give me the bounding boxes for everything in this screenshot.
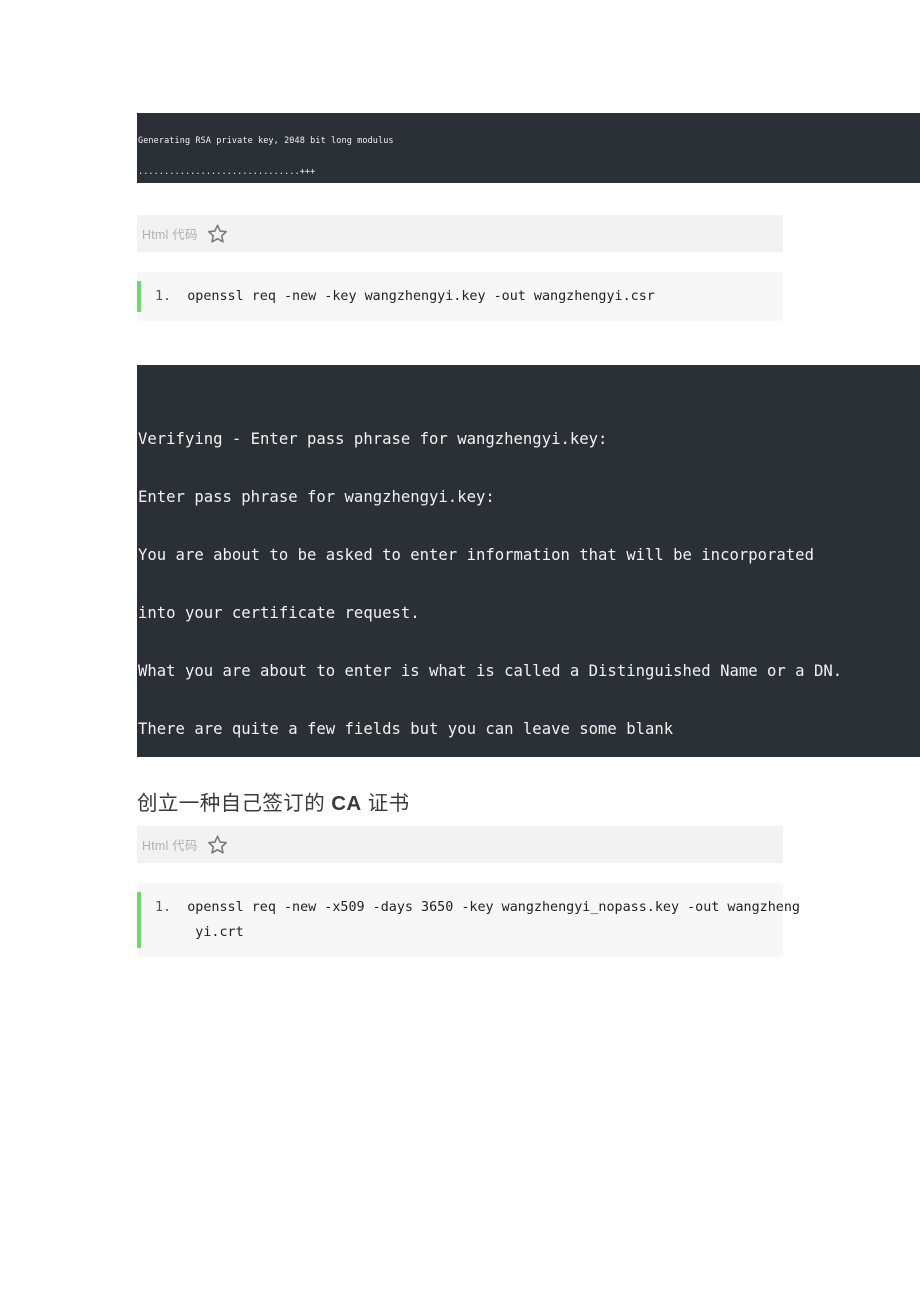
heading-prefix: 创立一种自己签订的 bbox=[137, 792, 332, 815]
code-line-text: openssl req -new -x509 -days 3650 -key w… bbox=[187, 900, 800, 915]
terminal-line: You are about to be asked to enter infor… bbox=[138, 545, 814, 564]
heading-emphasis: CA bbox=[331, 792, 362, 815]
terminal-line: Verifying - Enter pass phrase for wangzh… bbox=[138, 430, 608, 449]
code-line-text: openssl req -new -key wangzhengyi.key -o… bbox=[187, 289, 655, 304]
code-block-selfsigned-ca: Html 代码 1. openssl req -new -x509 -days … bbox=[137, 826, 800, 957]
code-line: 1. openssl req -new -key wangzhengyi.key… bbox=[137, 281, 783, 312]
star-icon[interactable] bbox=[207, 834, 228, 855]
terminal-line: into your certificate request. bbox=[138, 603, 420, 622]
code-block-body[interactable]: 1. openssl req -new -key wangzhengyi.key… bbox=[137, 272, 783, 321]
code-line: 1. openssl req -new -x509 -days 3650 -ke… bbox=[137, 892, 800, 948]
code-line-number: 1. bbox=[155, 289, 188, 304]
code-language-label: Html 代码 bbox=[142, 839, 198, 853]
terminal-line: What you are about to enter is what is c… bbox=[138, 661, 843, 680]
code-block-header: Html 代码 bbox=[137, 826, 783, 863]
code-line-text-wrapped: yi.crt bbox=[155, 925, 244, 940]
terminal-output-csr-dn: Verifying - Enter pass phrase for wangzh… bbox=[137, 365, 920, 757]
terminal-line: There are quite a few fields but you can… bbox=[138, 719, 674, 738]
code-block-header: Html 代码 bbox=[137, 215, 783, 252]
terminal-line: Generating RSA private key, 2048 bit lon… bbox=[138, 136, 394, 147]
code-block-body[interactable]: 1. openssl req -new -x509 -days 3650 -ke… bbox=[137, 883, 800, 957]
code-block-csr: Html 代码 1. openssl req -new -key wangzhe… bbox=[137, 215, 783, 321]
section-heading: 创立一种自己签订的 CA 证书 bbox=[137, 786, 410, 816]
code-line-number: 1. bbox=[155, 900, 188, 915]
terminal-line: ...............................+++ bbox=[138, 167, 316, 177]
terminal-line: Enter pass phrase for wangzhengyi.key: bbox=[138, 488, 495, 507]
star-icon[interactable] bbox=[207, 223, 228, 244]
code-language-label: Html 代码 bbox=[142, 228, 198, 242]
heading-suffix: 证书 bbox=[361, 792, 410, 815]
terminal-output-keygen: Generating RSA private key, 2048 bit lon… bbox=[137, 113, 920, 183]
